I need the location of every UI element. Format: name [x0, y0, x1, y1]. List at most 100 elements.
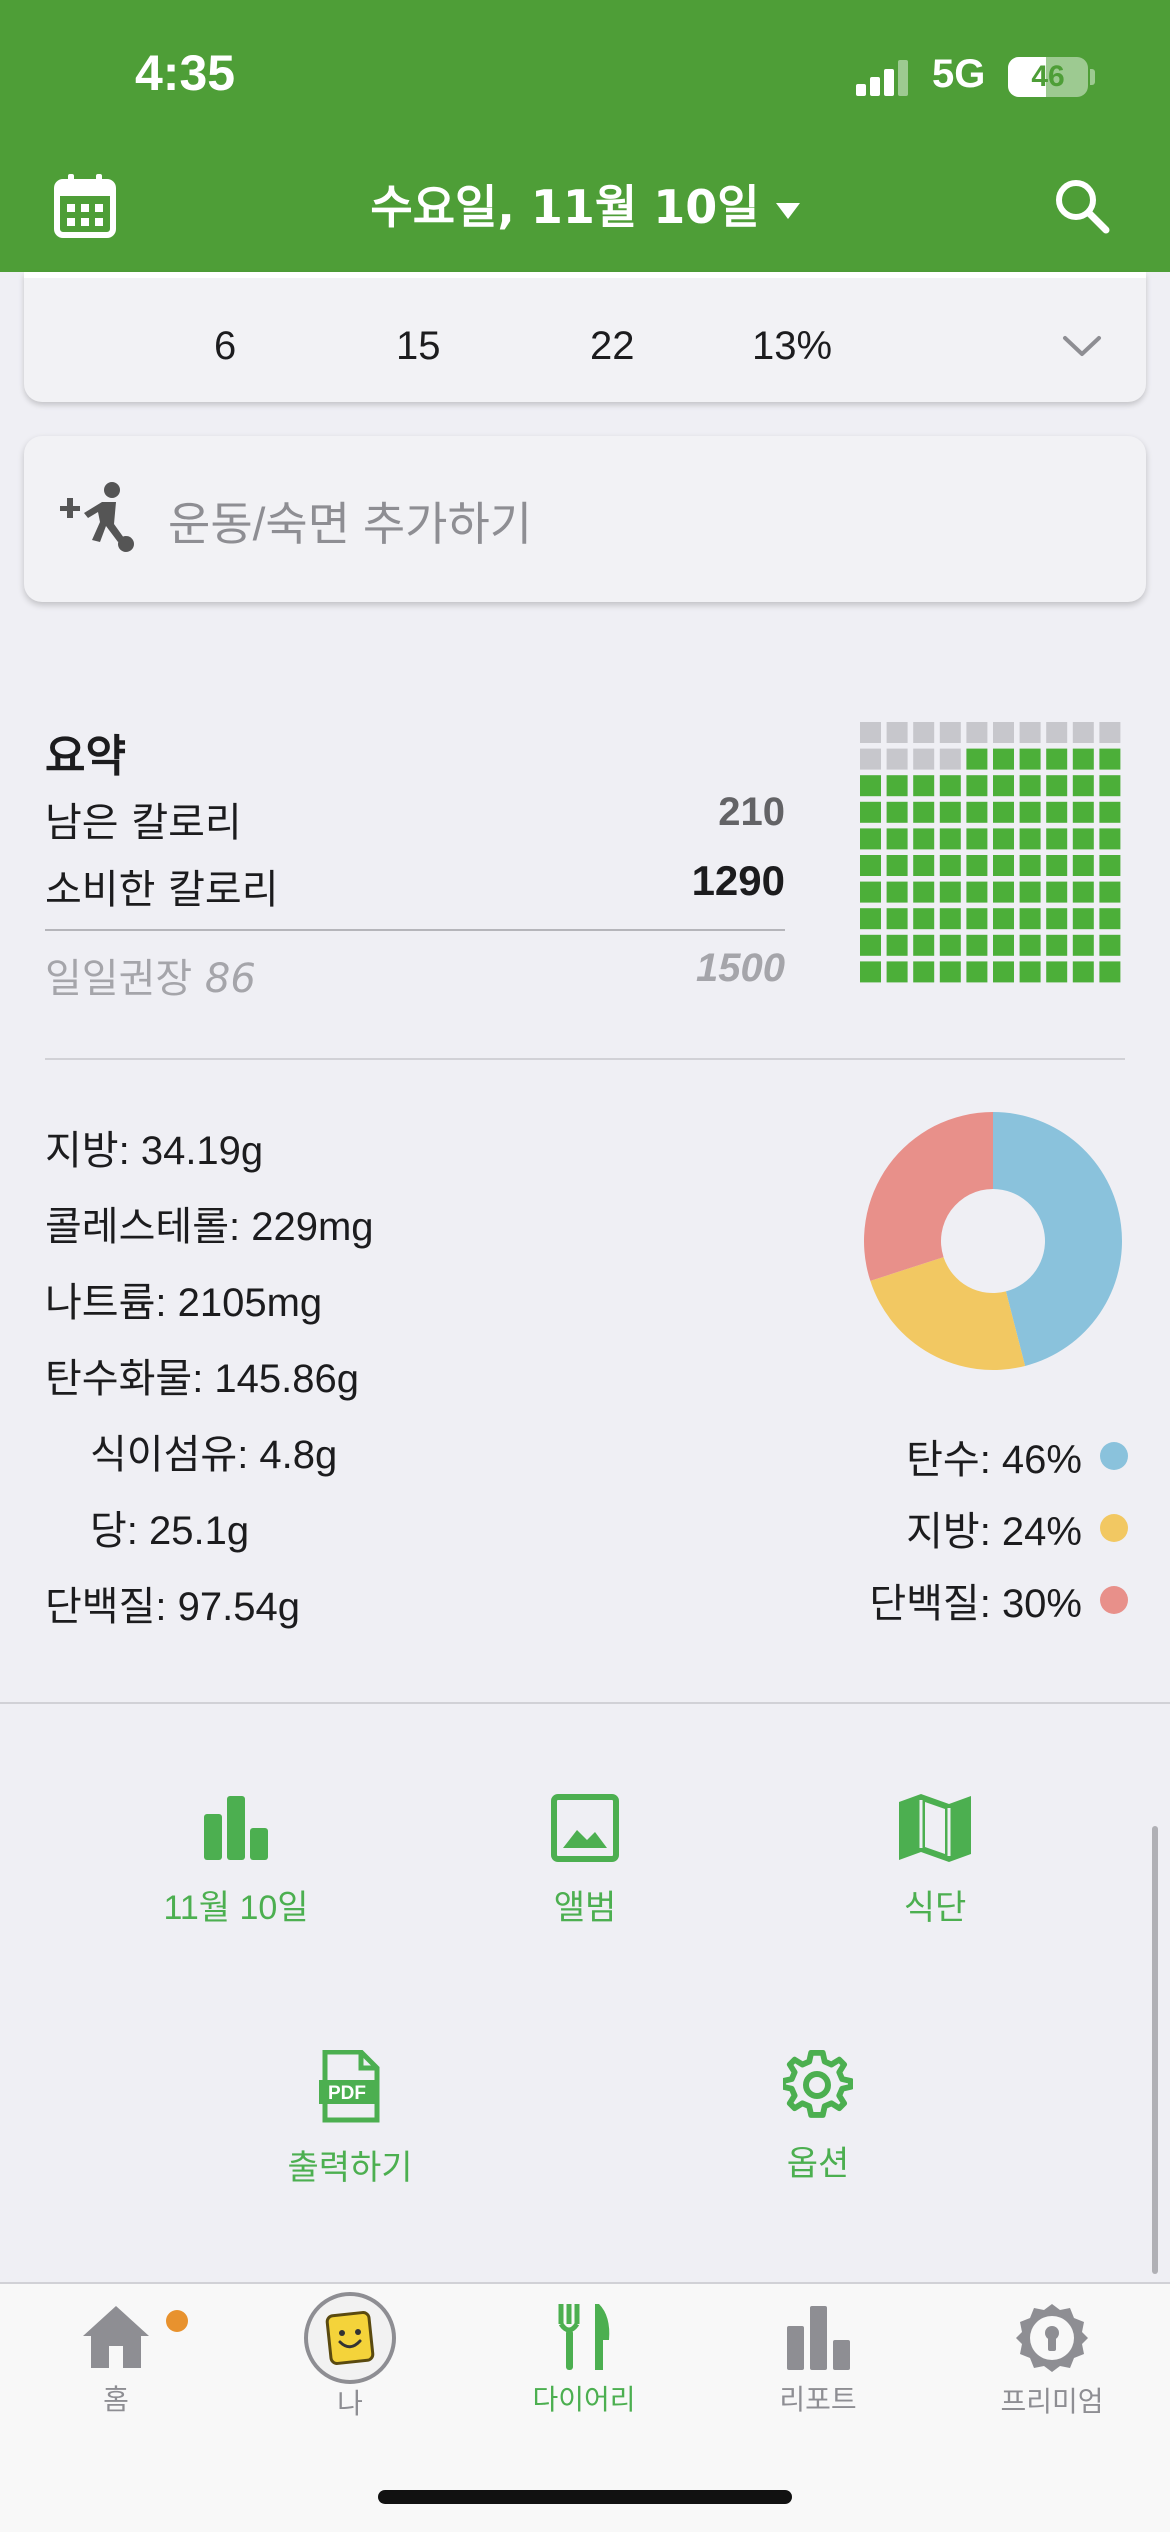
legend-label: 탄수: 46%: [906, 1438, 1082, 1482]
waffle-cell-filled: [1099, 908, 1121, 930]
nutrient-sodium: 나트륨: 2105mg: [45, 1281, 323, 1325]
waffle-cell-filled: [939, 801, 961, 823]
waffle-cell-filled: [1072, 855, 1094, 876]
remaining-calories-row: 남은 칼로리 210: [45, 790, 785, 850]
search-icon[interactable]: [1052, 176, 1112, 236]
waffle-cell-filled: [860, 801, 881, 823]
battery-level: 46: [1031, 60, 1065, 93]
waffle-cell-filled: [913, 801, 935, 823]
waffle-cell-filled: [993, 775, 1014, 797]
waffle-cell-empty: [939, 722, 961, 743]
battery-nub: [1090, 69, 1095, 85]
daily-recommended-label: 일일권장: [45, 956, 193, 1002]
tab-diary-label: 다이어리: [532, 2384, 636, 2415]
tab-me[interactable]: 나: [250, 2292, 450, 2422]
waffle-cell-filled: [939, 775, 961, 797]
waffle-cell-filled: [1019, 748, 1041, 770]
bar-chart-icon: [787, 2306, 850, 2370]
report-date-label: 11월 10일: [163, 1889, 309, 1927]
waffle-cell-empty: [966, 722, 988, 743]
legend-label: 단백질: 30%: [869, 1582, 1082, 1626]
date-title: 수요일, 11월 10일: [370, 180, 760, 234]
album-button[interactable]: 앨범: [465, 1792, 705, 1929]
date-selector[interactable]: 수요일, 11월 10일: [300, 174, 870, 240]
waffle-cell-filled: [1046, 908, 1068, 930]
waffle-cell-filled: [1019, 908, 1041, 930]
legend-item-protein: 단백질: 30%: [869, 1571, 1128, 1626]
waffle-cell-filled: [993, 881, 1014, 903]
waffle-cell-empty: [913, 748, 935, 770]
nutrient-carbs: 탄수화물: 145.86g: [45, 1357, 360, 1401]
top-bar: 4:35 5G 46 수요일, 11월 10일: [0, 0, 1170, 272]
waffle-cell-filled: [886, 855, 908, 876]
legend-dot-protein: [1100, 1586, 1128, 1614]
tab-report-label: 리포트: [779, 2384, 857, 2415]
export-pdf-button[interactable]: PDF 출력하기: [230, 2050, 470, 2189]
waffle-cell-filled: [860, 881, 881, 903]
waffle-cell-filled: [860, 908, 881, 930]
waffle-cell-empty: [939, 748, 961, 770]
add-exercise-button[interactable]: 운동/숙면 추가하기: [24, 436, 1146, 602]
waffle-cell-filled: [913, 775, 935, 797]
chevron-down-icon[interactable]: [1062, 334, 1102, 358]
battery-icon: 46: [1008, 57, 1088, 97]
signal-icon: [856, 60, 908, 96]
calendar-icon[interactable]: [54, 172, 116, 238]
waffle-cell-filled: [939, 828, 961, 850]
tab-home-label: 홈: [103, 2384, 129, 2415]
waffle-cell-filled: [886, 775, 908, 797]
waffle-cell-filled: [939, 855, 961, 876]
waffle-cell-filled: [939, 961, 961, 983]
section-divider: [0, 1702, 1170, 1704]
waffle-cell-filled: [1099, 881, 1121, 903]
caret-down-icon: [775, 202, 800, 219]
waffle-cell-filled: [1099, 828, 1121, 850]
waffle-cell-filled: [1019, 881, 1041, 903]
waffle-cell-filled: [1072, 961, 1094, 983]
waffle-cell-filled: [886, 801, 908, 823]
waffle-cell-filled: [966, 881, 988, 903]
nutrient-sugar: 당: 25.1g: [90, 1509, 250, 1553]
waffle-cell-filled: [993, 934, 1014, 956]
options-label: 옵션: [786, 2145, 850, 2183]
scrollbar[interactable]: [1152, 1826, 1158, 2274]
premium-badge-icon: [1016, 2304, 1088, 2372]
legend-item-carbs: 탄수: 46%: [906, 1427, 1128, 1482]
waffle-cell-filled: [913, 828, 935, 850]
tab-premium-label: 프리미엄: [1000, 2386, 1104, 2417]
waffle-cell-filled: [1046, 748, 1068, 770]
waffle-cell-filled: [886, 828, 908, 850]
map-icon: [899, 1794, 971, 1862]
calorie-waffle-chart: [860, 722, 1121, 983]
tab-diary[interactable]: 다이어리: [484, 2302, 684, 2418]
waffle-cell-filled: [1072, 934, 1094, 956]
report-date-button[interactable]: 11월 10일: [116, 1792, 356, 1929]
waffle-cell-empty: [886, 748, 908, 770]
macro-value: 13%: [752, 324, 833, 368]
waffle-cell-filled: [966, 775, 988, 797]
waffle-cell-filled: [1019, 961, 1041, 983]
waffle-cell-filled: [966, 908, 988, 930]
legend-item-fat: 지방: 24%: [906, 1499, 1128, 1554]
waffle-cell-filled: [993, 961, 1014, 983]
waffle-cell-filled: [1072, 775, 1094, 797]
avatar: [304, 2292, 396, 2384]
meal-plan-button[interactable]: 식단: [815, 1792, 1055, 1929]
add-exercise-icon: [58, 480, 138, 554]
gear-icon: [783, 2050, 853, 2118]
macro-summary-card[interactable]: 6 15 22 13%: [24, 272, 1146, 402]
macro-value: 22: [590, 324, 635, 368]
tab-premium[interactable]: 프리미엄: [952, 2302, 1152, 2420]
waffle-cell-filled: [1046, 828, 1068, 850]
waffle-cell-filled: [1046, 961, 1068, 983]
waffle-cell-filled: [1099, 748, 1121, 770]
macro-value: 15: [396, 324, 441, 368]
waffle-cell-filled: [1019, 775, 1041, 797]
donut-slice-1: [870, 1257, 1026, 1370]
waffle-cell-filled: [1046, 934, 1068, 956]
summary-title: 요약: [45, 731, 126, 782]
daily-recommended-percent: 86: [204, 956, 256, 1002]
tab-report[interactable]: 리포트: [718, 2302, 918, 2418]
options-button[interactable]: 옵션: [698, 2050, 938, 2185]
waffle-cell-empty: [1099, 722, 1121, 743]
